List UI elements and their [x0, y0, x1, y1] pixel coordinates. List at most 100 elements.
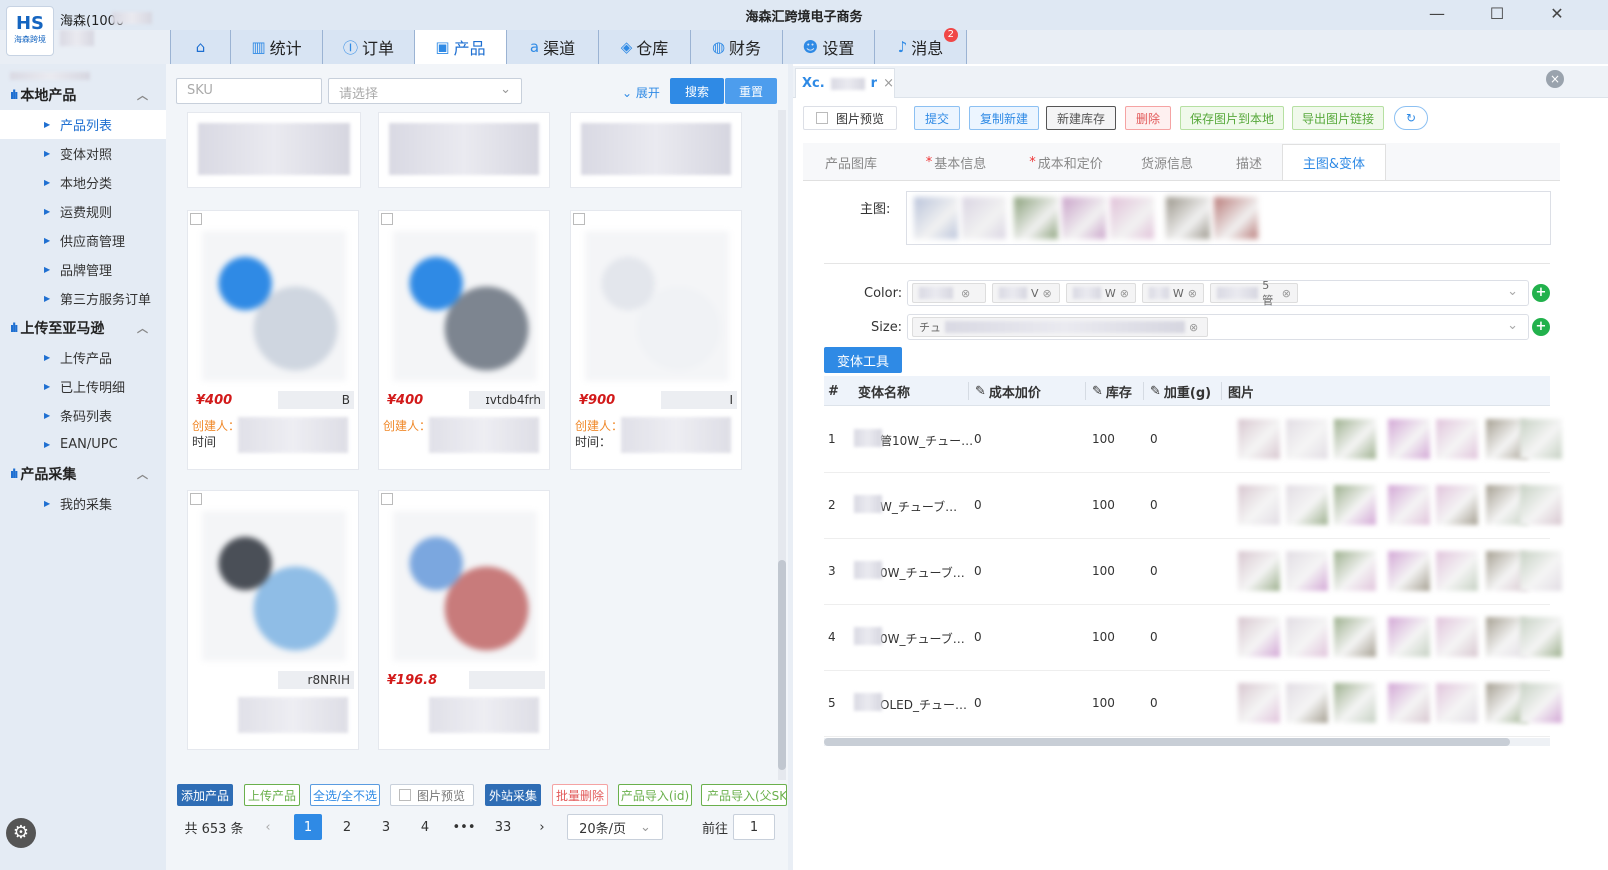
detail-tab-1[interactable]: * 基本信息 [902, 144, 1010, 180]
detail-toolbar-button-1[interactable]: 提交 [914, 106, 960, 130]
variant-cell-stock[interactable]: 100 [1092, 696, 1132, 710]
sidebar-item[interactable]: 运费规则 [0, 197, 166, 226]
main-image-thumb[interactable] [962, 197, 1006, 239]
sidebar-item[interactable]: 产品列表 [0, 110, 166, 139]
toolbar-button-1[interactable]: 上传产品 [244, 784, 300, 806]
goto-input[interactable]: 1 [733, 814, 775, 840]
product-checkbox[interactable] [381, 213, 393, 225]
variant-cell-cost[interactable]: 0 [974, 696, 1014, 710]
variant-image-thumb[interactable] [1334, 551, 1376, 591]
variant-image-thumb[interactable] [1238, 617, 1280, 657]
nav-tab-消息[interactable]: ♪ 消息 2 [875, 28, 967, 64]
variant-image-thumb[interactable] [1334, 419, 1376, 459]
variant-image-thumb[interactable] [1388, 485, 1430, 525]
variant-image-thumb[interactable] [1286, 551, 1328, 591]
variant-cell-weight[interactable]: 0 [1150, 432, 1190, 446]
variant-image-thumb[interactable] [1436, 419, 1478, 459]
color-tag[interactable]: W ⊗ [1066, 283, 1136, 303]
toolbar-button-5[interactable]: 批量删除 [552, 784, 608, 806]
toolbar-button-6[interactable]: 产品导入(id) [618, 784, 692, 806]
color-tag[interactable]: ⊗ [912, 283, 986, 303]
detail-toolbar-button-6[interactable]: 导出图片链接 [1292, 106, 1384, 130]
page-•••[interactable]: ••• [450, 814, 478, 840]
color-tag[interactable]: 5管 ⊗ [1210, 279, 1298, 307]
product-card[interactable]: ¥400 B 创建人： 时间 [187, 210, 359, 470]
variant-cell-cost[interactable]: 0 [974, 498, 1014, 512]
variant-cell-stock[interactable]: 100 [1092, 564, 1132, 578]
product-checkbox[interactable] [381, 493, 393, 505]
nav-tab-设置[interactable]: ☻ 设置 [783, 30, 875, 64]
category-select[interactable]: 请选择 ⌄ [328, 78, 522, 104]
variant-image-thumb[interactable] [1520, 551, 1562, 591]
variant-image-thumb[interactable] [1436, 617, 1478, 657]
variant-image-thumb[interactable] [1436, 485, 1478, 525]
toolbar-button-7[interactable]: 产品导入(父SKU [701, 784, 787, 806]
product-checkbox[interactable] [573, 213, 585, 225]
detail-toolbar-button-7[interactable]: ↻ [1394, 106, 1428, 130]
page-2[interactable]: 2 [333, 814, 361, 840]
add-color-icon[interactable]: + [1532, 284, 1550, 302]
detail-tab-0[interactable]: 产品图库 [812, 144, 890, 180]
sidebar-group-1[interactable]: ılı 上传至亚马逊 ︿ [0, 313, 166, 343]
main-image-thumb[interactable] [1166, 197, 1210, 239]
sidebar-item[interactable]: 供应商管理 [0, 226, 166, 255]
toolbar-button-0[interactable]: 添加产品 [177, 784, 233, 806]
product-card-partial[interactable] [378, 112, 550, 188]
product-card[interactable]: ¥196.8 [378, 490, 550, 750]
variant-image-thumb[interactable] [1334, 485, 1376, 525]
variant-image-thumb[interactable] [1388, 551, 1430, 591]
detail-toolbar-button-5[interactable]: 保存图片到本地 [1180, 106, 1284, 130]
color-tag-remove-icon[interactable]: ⊗ [1120, 287, 1129, 300]
detail-toolbar-button-2[interactable]: 复制新建 [969, 106, 1039, 130]
product-card[interactable]: ¥900 I 创建人： 时间： [570, 210, 742, 470]
variant-cell-weight[interactable]: 0 [1150, 498, 1190, 512]
nav-tab-产品[interactable]: ▣ 产品 [415, 30, 507, 64]
minimize-icon[interactable]: — [1422, 4, 1452, 23]
variant-image-thumb[interactable] [1334, 683, 1376, 723]
search-button[interactable]: 搜索 [670, 78, 724, 104]
sidebar-item[interactable]: 品牌管理 [0, 255, 166, 284]
sidebar-item[interactable]: 变体对照 [0, 139, 166, 168]
variant-image-thumb[interactable] [1520, 683, 1562, 723]
color-tag-remove-icon[interactable]: ⊗ [1188, 287, 1197, 300]
sidebar-item[interactable]: EAN/UPC [0, 430, 166, 459]
main-image-thumb[interactable] [914, 197, 958, 239]
variant-image-thumb[interactable] [1388, 617, 1430, 657]
detail-tab-3[interactable]: 货源信息 [1124, 144, 1210, 180]
main-image-thumb[interactable] [1110, 197, 1154, 239]
variant-cell-cost[interactable]: 0 [974, 432, 1014, 446]
settings-gear-icon[interactable]: ⚙ [6, 818, 36, 848]
nav-tab-统计[interactable]: ▥ 统计 [231, 30, 323, 64]
toolbar-button-3[interactable]: 图片预览 [390, 784, 474, 806]
prev-page-icon[interactable]: ‹ [258, 814, 278, 840]
variant-image-thumb[interactable] [1520, 485, 1562, 525]
size-tag-remove-icon[interactable]: ⊗ [1189, 321, 1198, 334]
main-image-thumb[interactable] [1062, 197, 1106, 239]
variant-image-thumb[interactable] [1286, 683, 1328, 723]
variant-image-thumb[interactable] [1388, 419, 1430, 459]
variant-cell-stock[interactable]: 100 [1092, 432, 1132, 446]
variant-image-thumb[interactable] [1238, 419, 1280, 459]
detail-preview-checkbox[interactable] [815, 112, 828, 124]
add-size-icon[interactable]: + [1532, 318, 1550, 336]
toolbar-button-2[interactable]: 全选/全不选 [310, 784, 380, 806]
sidebar-item[interactable]: 条码列表 [0, 401, 166, 430]
variant-cell-cost[interactable]: 0 [974, 630, 1014, 644]
expand-toggle[interactable]: ⌄ 展开 [622, 84, 660, 101]
nav-tab-渠道[interactable]: a 渠道 [507, 30, 599, 64]
scrollbar-thumb[interactable] [778, 560, 786, 770]
sidebar-item[interactable]: 本地分类 [0, 168, 166, 197]
main-image-thumb[interactable] [1014, 197, 1058, 239]
main-image-thumb[interactable] [1214, 197, 1258, 239]
nav-tab-订单[interactable]: Ⓘ 订单 [323, 30, 415, 64]
sidebar-item[interactable]: 已上传明细 [0, 372, 166, 401]
product-checkbox[interactable] [190, 493, 202, 505]
variant-tool-button[interactable]: 变体工具 [824, 347, 902, 373]
size-tag[interactable]: チュ ⊗ [912, 317, 1208, 337]
color-tag[interactable]: W ⊗ [1142, 283, 1204, 303]
variant-image-thumb[interactable] [1436, 551, 1478, 591]
sidebar-item[interactable]: 我的采集 [0, 489, 166, 518]
variant-cell-cost[interactable]: 0 [974, 564, 1014, 578]
variant-image-thumb[interactable] [1286, 419, 1328, 459]
page-33[interactable]: 33 [489, 814, 517, 840]
